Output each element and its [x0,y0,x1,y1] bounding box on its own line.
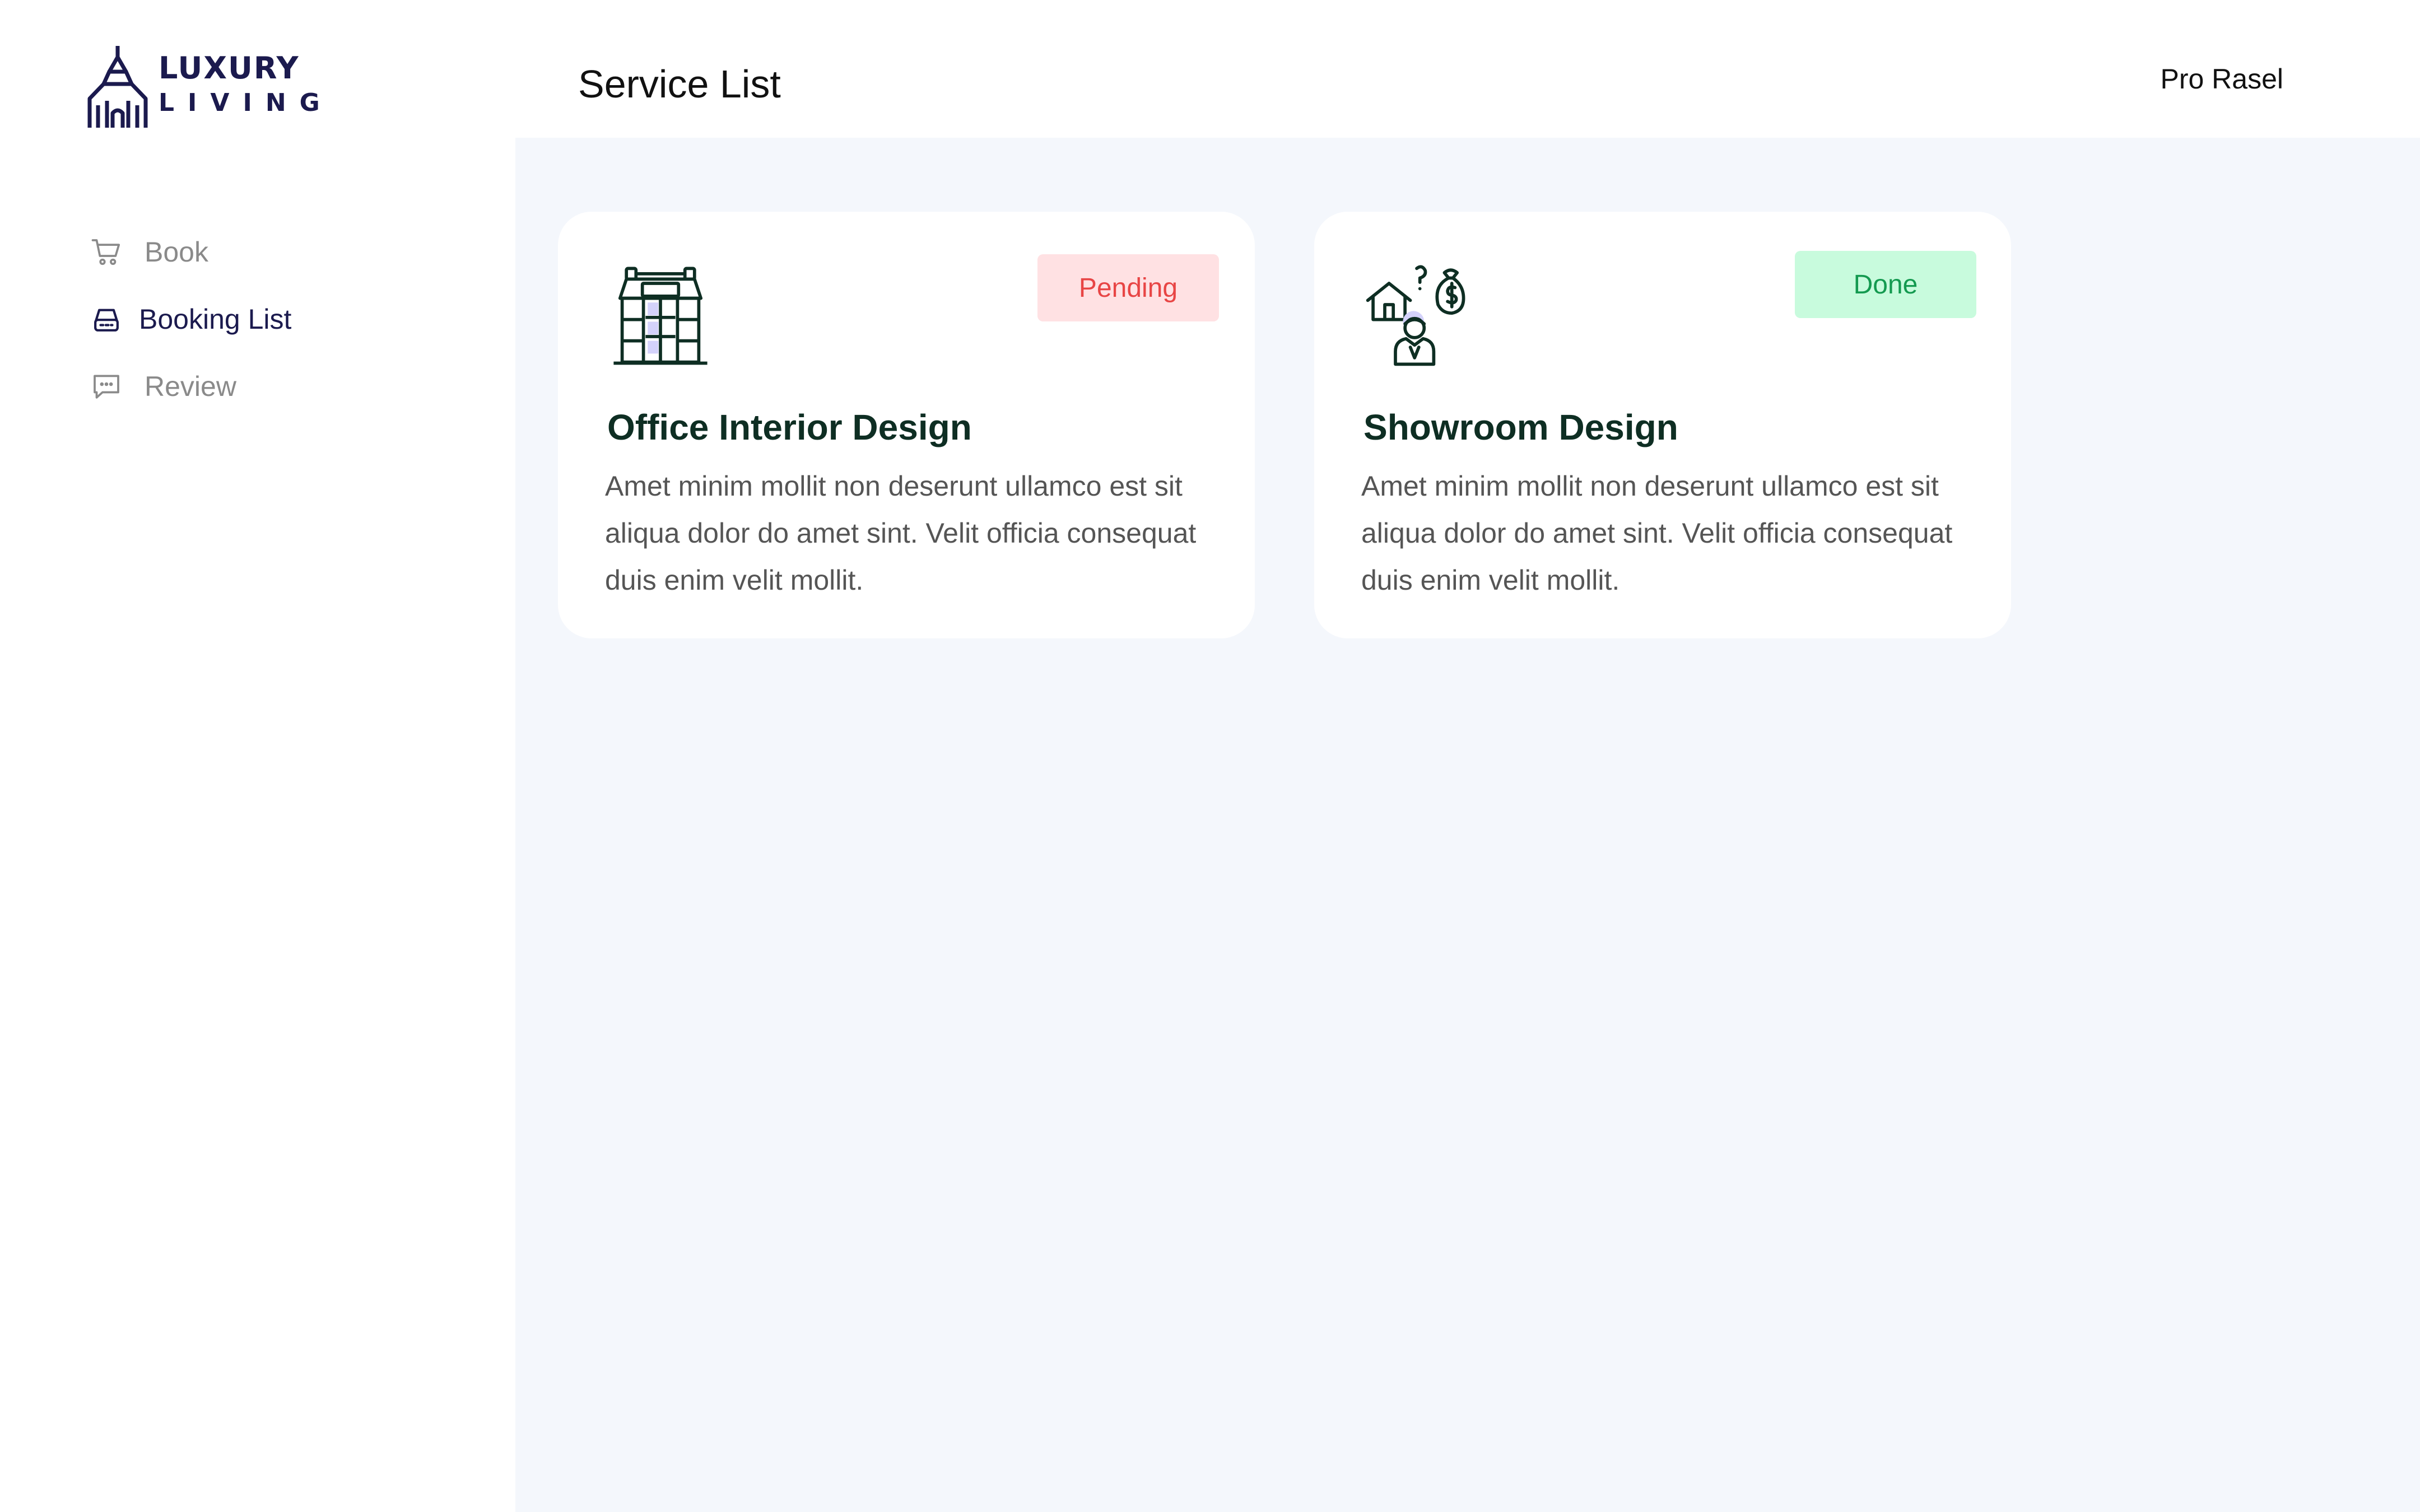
brand-name-line2: LIVING [159,88,333,117]
house-money-person-icon [1366,265,1465,366]
sidebar-item-review[interactable]: Review [91,353,291,420]
brand-name-line1: LUXURY [159,50,300,86]
service-card[interactable]: Done Showroom Design Amet minim mollit n… [1314,212,2011,638]
service-description: Amet minim mollit non deserunt ullamco e… [605,470,1197,596]
page-title: Service List [578,62,781,106]
top-bar: Service List Pro Rasel [515,0,2420,138]
sidebar-item-booking-list[interactable]: Booking List [91,286,291,353]
service-description: Amet minim mollit non deserunt ullamco e… [1361,470,1953,596]
sidebar-item-label: Booking List [139,304,292,335]
status-badge-pending: Pending [1037,254,1219,321]
sidebar-item-book[interactable]: Book [91,218,291,286]
service-title: Office Interior Design [607,407,972,447]
cart-icon [91,239,120,265]
inbox-icon [94,309,119,332]
sidebar: LUXURY LIVING Book Booking List Review [0,0,515,1512]
sidebar-item-label: Book [145,236,208,268]
service-card[interactable]: Pending Office Interior Design Amet mini… [558,212,1255,638]
office-building-icon [613,267,708,365]
sidebar-item-label: Review [145,371,236,402]
main-content: Pending Office Interior Design Amet mini… [515,138,2420,1512]
sidebar-nav: Book Booking List Review [91,218,291,420]
chat-icon [94,375,119,399]
service-title: Showroom Design [1363,407,1678,447]
user-name[interactable]: Pro Rasel [2160,63,2283,95]
status-badge-done: Done [1795,251,1976,318]
building-logo-icon [87,46,148,128]
brand-logo[interactable]: LUXURY LIVING [87,45,322,132]
